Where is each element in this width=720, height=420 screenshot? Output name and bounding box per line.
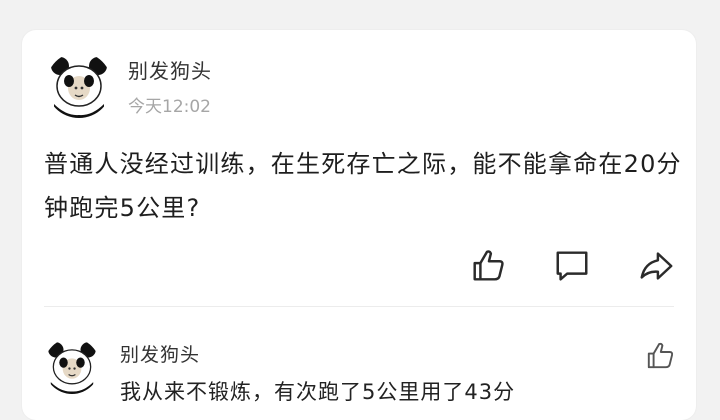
post-action-bar: [22, 244, 696, 288]
section-divider: [44, 306, 674, 307]
comment-like-button[interactable]: [640, 336, 680, 376]
comment-icon: [556, 251, 588, 281]
post-card: 别发狗头 今天12:02 普通人没经过训练，在生死存亡之际，能不能拿命在20分钟…: [22, 30, 696, 420]
like-button[interactable]: [466, 244, 510, 288]
comment-text: 我从来不锻炼，有次跑了5公里用了43分: [120, 380, 516, 404]
thumbs-up-icon: [647, 342, 674, 369]
panda-meme-avatar-image: [47, 53, 111, 118]
thumbs-up-icon: [473, 250, 504, 281]
author-avatar[interactable]: [46, 52, 112, 118]
post-author-name[interactable]: 别发狗头: [128, 55, 212, 84]
panda-meme-avatar-image: [44, 338, 100, 394]
share-button[interactable]: [634, 244, 678, 288]
post-timestamp: 今天12:02: [128, 97, 211, 117]
comment-author-name[interactable]: 别发狗头: [120, 340, 200, 367]
commenter-avatar[interactable]: [44, 338, 100, 394]
post-question-text: 普通人没经过训练，在生死存亡之际，能不能拿命在20分钟跑完5公里?: [44, 150, 682, 222]
share-icon: [640, 252, 673, 280]
comment-button[interactable]: [550, 244, 594, 288]
